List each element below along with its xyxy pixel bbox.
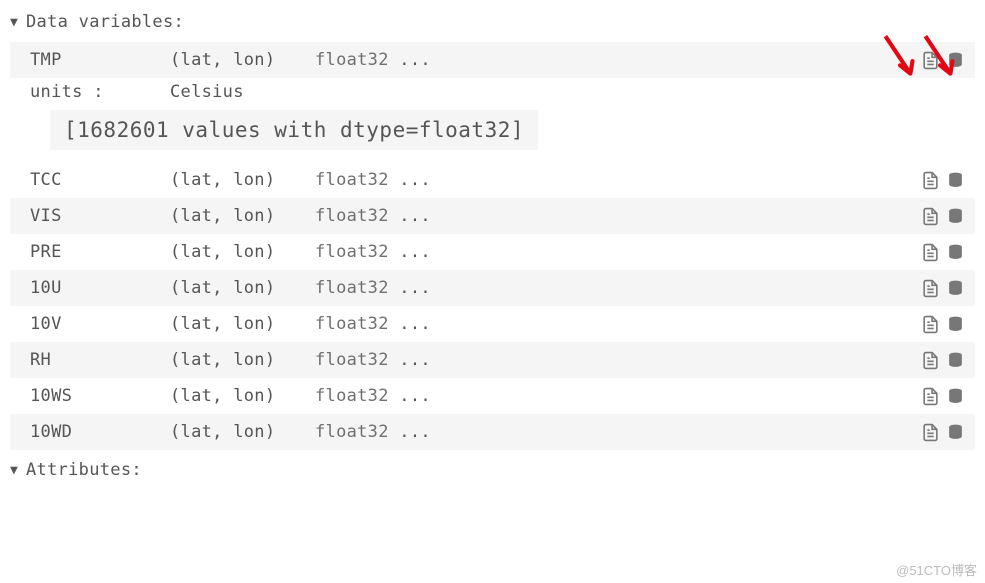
database-icon[interactable]: [946, 351, 965, 370]
variable-dims: (lat, lon): [170, 278, 315, 298]
section-label: Data variables:: [26, 12, 184, 32]
variable-preview-dots: ...: [389, 422, 431, 442]
variable-preview-dots: ...: [389, 206, 431, 226]
database-icon[interactable]: [946, 207, 965, 226]
annotation-arrow: [919, 32, 961, 84]
variable-dtype: float32: [315, 422, 389, 442]
section-toggle-data-variables[interactable]: ▼ Data variables:: [10, 8, 975, 36]
variable-row: 10WD(lat, lon)float32 ...: [10, 414, 975, 450]
file-text-icon[interactable]: [921, 315, 940, 334]
variable-dtype: float32: [315, 242, 389, 262]
variable-dims: (lat, lon): [170, 314, 315, 334]
annotation-arrow: [879, 32, 921, 84]
variable-preview-dots: ...: [389, 350, 431, 370]
variable-name: TCC: [30, 170, 170, 190]
variable-row: 10V(lat, lon)float32 ...: [10, 306, 975, 342]
variable-row: PRE(lat, lon)float32 ...: [10, 234, 975, 270]
variable-dtype: float32: [315, 170, 389, 190]
variable-name: 10V: [30, 314, 170, 334]
database-icon[interactable]: [946, 315, 965, 334]
triangle-down-icon: ▼: [10, 15, 24, 30]
variable-preview-dots: ...: [389, 50, 431, 70]
variable-name: PRE: [30, 242, 170, 262]
variable-name: 10WS: [30, 386, 170, 406]
variable-preview-dots: ...: [389, 386, 431, 406]
variable-row: 10WS(lat, lon)float32 ...: [10, 378, 975, 414]
variable-dims: (lat, lon): [170, 350, 315, 370]
variable-preview-dots: ...: [389, 278, 431, 298]
attr-value: Celsius: [170, 82, 244, 102]
variable-name: 10WD: [30, 422, 170, 442]
variable-dims: (lat, lon): [170, 170, 315, 190]
file-text-icon[interactable]: [921, 171, 940, 190]
watermark: @51CTO博客: [896, 560, 977, 579]
attr-key: units :: [30, 82, 170, 102]
file-text-icon[interactable]: [921, 207, 940, 226]
variable-dtype: float32: [315, 314, 389, 334]
variable-name: VIS: [30, 206, 170, 226]
database-icon[interactable]: [946, 171, 965, 190]
variable-dims: (lat, lon): [170, 386, 315, 406]
variable-dims: (lat, lon): [170, 50, 315, 70]
variable-dtype: float32: [315, 206, 389, 226]
variable-row: 10U(lat, lon)float32 ...: [10, 270, 975, 306]
triangle-down-icon: ▼: [10, 463, 24, 478]
data-variables-list: TMP(lat, lon)float32 ...units :Celsius[1…: [10, 42, 975, 450]
database-icon[interactable]: [946, 279, 965, 298]
variable-dtype: float32: [315, 50, 389, 70]
variable-name: TMP: [30, 50, 170, 70]
database-icon[interactable]: [946, 423, 965, 442]
variable-row: TMP(lat, lon)float32 ...: [10, 42, 975, 78]
file-text-icon[interactable]: [921, 387, 940, 406]
variable-row: TCC(lat, lon)float32 ...: [10, 162, 975, 198]
database-icon[interactable]: [946, 243, 965, 262]
section-label: Attributes:: [26, 460, 142, 480]
variable-dtype: float32: [315, 278, 389, 298]
variable-preview-dots: ...: [389, 242, 431, 262]
variable-name: RH: [30, 350, 170, 370]
variable-preview-dots: ...: [389, 314, 431, 334]
database-icon[interactable]: [946, 387, 965, 406]
file-text-icon[interactable]: [921, 351, 940, 370]
section-toggle-attributes[interactable]: ▼ Attributes:: [10, 456, 975, 484]
variable-dims: (lat, lon): [170, 242, 315, 262]
file-text-icon[interactable]: [921, 243, 940, 262]
variable-dims: (lat, lon): [170, 206, 315, 226]
variable-name: 10U: [30, 278, 170, 298]
data-repr: [1682601 values with dtype=float32]: [50, 110, 538, 150]
variable-row: RH(lat, lon)float32 ...: [10, 342, 975, 378]
variable-dims: (lat, lon): [170, 422, 315, 442]
variable-dtype: float32: [315, 350, 389, 370]
variable-dtype: float32: [315, 386, 389, 406]
variable-expanded-details: units :Celsius [1682601 values with dtype…: [10, 78, 975, 162]
file-text-icon[interactable]: [921, 279, 940, 298]
variable-row: VIS(lat, lon)float32 ...: [10, 198, 975, 234]
file-text-icon[interactable]: [921, 423, 940, 442]
variable-preview-dots: ...: [389, 170, 431, 190]
